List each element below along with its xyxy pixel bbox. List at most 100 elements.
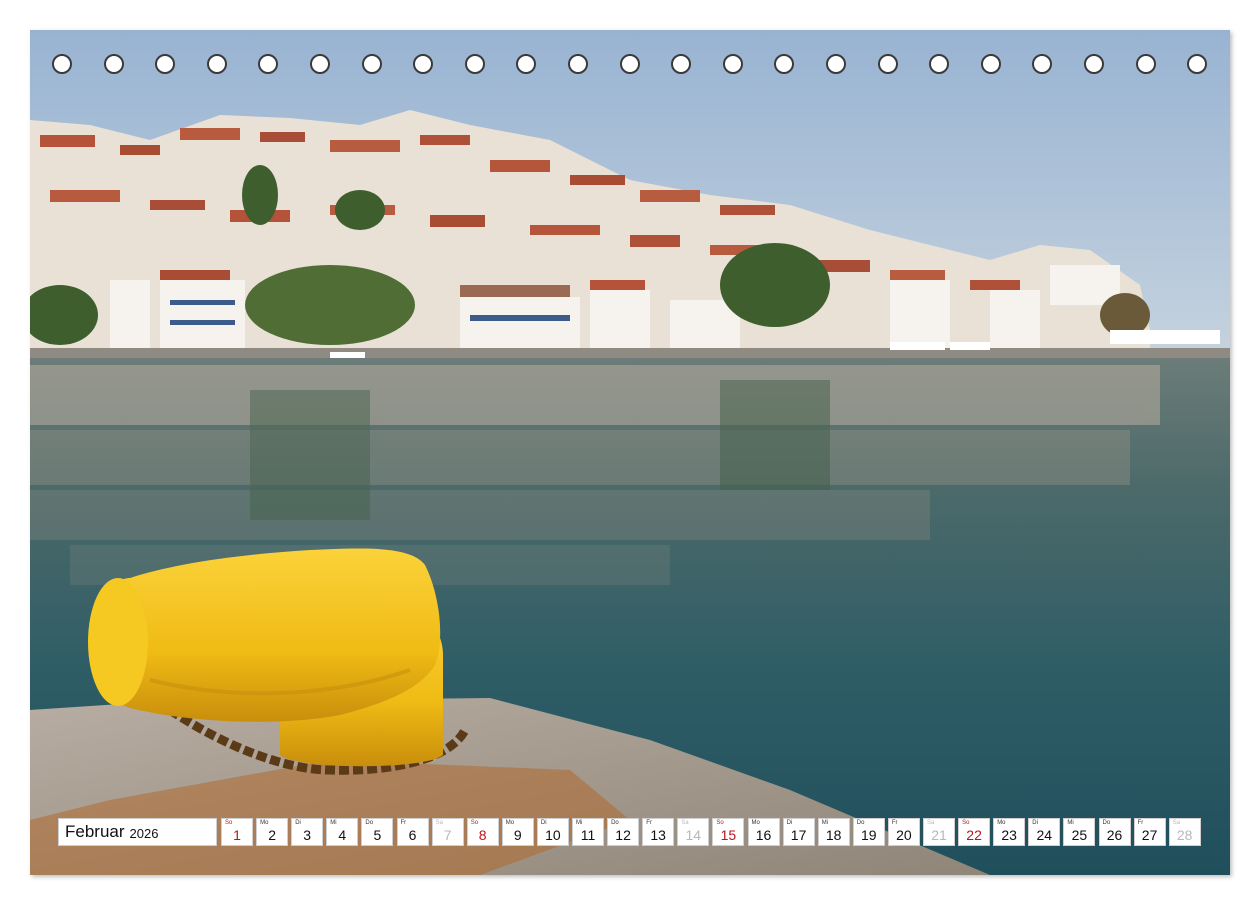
weekday-label: Mi bbox=[330, 820, 337, 826]
month-label: Februar 2026 bbox=[58, 818, 217, 846]
weekday-label: Sa bbox=[681, 820, 689, 826]
day-number: 9 bbox=[513, 827, 522, 843]
binding-hole bbox=[516, 54, 537, 74]
day-number: 23 bbox=[1001, 827, 1017, 843]
day-number: 24 bbox=[1036, 827, 1053, 843]
weekday-label: Do bbox=[365, 820, 374, 826]
weekday-label: So bbox=[470, 820, 479, 826]
binding-hole bbox=[464, 54, 485, 74]
binding-hole bbox=[310, 54, 330, 74]
weekday-label: Sa bbox=[435, 820, 443, 826]
day-number: 13 bbox=[650, 827, 666, 843]
day-cell: Fr 20 bbox=[887, 818, 920, 846]
day-cell: Mo 16 bbox=[747, 818, 780, 846]
day-cell: So 8 bbox=[466, 818, 499, 846]
weekday-label: Do bbox=[611, 820, 619, 826]
weekday-label: Mi bbox=[1067, 820, 1074, 826]
binding-hole bbox=[155, 54, 176, 74]
weekday-label: Fr bbox=[646, 820, 652, 826]
weekday-label: Mo bbox=[505, 820, 515, 826]
day-number: 17 bbox=[790, 827, 807, 843]
binding-hole bbox=[619, 54, 640, 74]
weekday-label: Fr bbox=[400, 820, 407, 826]
day-cell: Mo 23 bbox=[993, 818, 1026, 846]
weekday-label: Mo bbox=[751, 820, 760, 826]
weekday-label: Mo bbox=[260, 820, 269, 826]
day-cell: Sa 14 bbox=[677, 818, 710, 846]
day-number: 6 bbox=[408, 827, 417, 843]
day-number: 7 bbox=[443, 827, 452, 843]
day-cell: Sa 21 bbox=[923, 818, 955, 846]
day-cell: Fr 6 bbox=[396, 818, 429, 846]
binding-hole bbox=[568, 54, 588, 74]
binding-hole bbox=[1032, 54, 1053, 74]
weekday-label: Mi bbox=[821, 820, 829, 826]
weekday-label: Fr bbox=[1137, 820, 1144, 826]
weekday-label: So bbox=[716, 820, 724, 826]
day-number: 19 bbox=[861, 827, 877, 843]
weekday-label: Di bbox=[540, 820, 547, 826]
day-cell: Di 17 bbox=[782, 818, 815, 846]
weekday-label: Do bbox=[1102, 820, 1111, 826]
calendar-page: Februar 2026 So 1 Mo 2 Di 3 Mi 4 Do 5 Fr 6 Sa 7 So 8 Mo 9… bbox=[30, 30, 1230, 875]
harbor-photo bbox=[30, 30, 1230, 875]
day-number: 5 bbox=[373, 827, 382, 843]
day-number: 18 bbox=[825, 827, 842, 843]
day-cell: Di 3 bbox=[291, 818, 324, 846]
weekday-label: Mo bbox=[997, 820, 1006, 826]
day-cell: Fr 13 bbox=[642, 818, 675, 846]
day-number: 2 bbox=[268, 827, 276, 843]
day-cell: So 15 bbox=[712, 818, 745, 846]
binding-hole bbox=[1187, 54, 1208, 74]
day-number: 21 bbox=[931, 827, 947, 843]
binding-hole bbox=[103, 54, 124, 74]
day-cell: So 22 bbox=[958, 818, 991, 846]
day-cell: Do 26 bbox=[1098, 818, 1131, 846]
binding-hole bbox=[929, 54, 950, 74]
day-cell: Di 24 bbox=[1028, 818, 1061, 846]
day-cell: Do 12 bbox=[607, 818, 640, 846]
binding-hole bbox=[206, 54, 227, 74]
day-cell: Do 5 bbox=[361, 818, 394, 846]
day-number: 27 bbox=[1141, 827, 1158, 843]
weekday-label: Di bbox=[1032, 820, 1038, 826]
day-cell: Fr 27 bbox=[1133, 818, 1166, 846]
binding-hole bbox=[413, 54, 434, 74]
binding-hole bbox=[774, 54, 795, 74]
binding-hole bbox=[671, 54, 692, 74]
binding-hole bbox=[258, 54, 279, 74]
binding-hole bbox=[1135, 54, 1156, 74]
day-number: 25 bbox=[1071, 827, 1088, 843]
day-cell: Do 19 bbox=[852, 818, 885, 846]
binding-hole bbox=[1084, 54, 1104, 74]
day-number: 14 bbox=[685, 827, 702, 843]
day-number: 20 bbox=[896, 827, 912, 843]
binding-hole bbox=[877, 54, 898, 74]
day-cell: Di 10 bbox=[536, 818, 569, 846]
month-year: 2026 bbox=[129, 826, 159, 841]
binding-hole bbox=[980, 54, 1001, 74]
weekday-label: So bbox=[225, 820, 233, 826]
day-number: 16 bbox=[755, 827, 772, 843]
day-number: 11 bbox=[580, 827, 596, 843]
calendar-strip: Februar 2026 So 1 Mo 2 Di 3 Mi 4 Do 5 Fr 6 Sa 7 So 8 Mo 9… bbox=[58, 818, 1204, 848]
weekday-label: Mi bbox=[576, 820, 583, 826]
day-number: 15 bbox=[720, 827, 737, 843]
month-name: Februar bbox=[65, 822, 125, 841]
weekday-label: Do bbox=[856, 820, 865, 826]
binding-hole bbox=[722, 54, 743, 74]
day-number: 4 bbox=[338, 827, 347, 843]
day-cell: Mi 18 bbox=[817, 818, 850, 846]
day-cell: Sa 7 bbox=[431, 818, 464, 846]
weekday-label: Di bbox=[295, 820, 301, 826]
day-cell: Mi 11 bbox=[572, 818, 604, 846]
day-cell: Mi 25 bbox=[1063, 818, 1096, 846]
binding-hole bbox=[826, 54, 846, 74]
day-number: 12 bbox=[615, 827, 631, 843]
day-number: 22 bbox=[966, 827, 982, 843]
binding-hole bbox=[361, 54, 382, 74]
day-number: 3 bbox=[303, 827, 312, 843]
day-number: 28 bbox=[1176, 827, 1193, 843]
binding-holes bbox=[30, 54, 1230, 80]
day-cell: Mi 4 bbox=[326, 818, 359, 846]
